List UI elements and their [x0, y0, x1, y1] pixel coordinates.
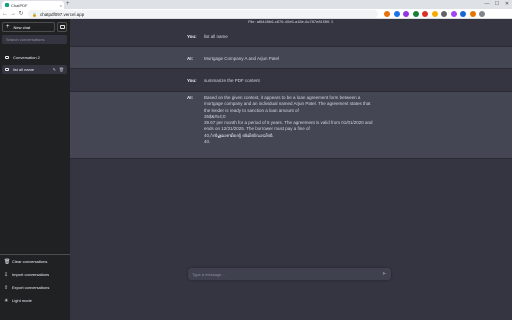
sun-icon: ☀ — [4, 297, 9, 304]
new-chat-button[interactable]: + New chat — [2, 22, 55, 32]
url-text: chatpdf097.vercel.app — [39, 11, 85, 17]
back-icon[interactable]: ← — [1, 9, 9, 19]
sidebar: + New chat Conversation 2 list all name … — [0, 19, 70, 320]
message-text: summarize the PDF content — [204, 78, 382, 84]
import-icon: ⇩ — [4, 271, 9, 278]
import-conversations-label: Import conversations — [12, 272, 50, 277]
message-role: You: — [187, 34, 197, 39]
message-text: Based on the given context, it appears t… — [204, 95, 394, 145]
sidebar-divider — [0, 254, 70, 255]
address-bar[interactable]: 🔒 chatpdf097.vercel.app — [28, 10, 378, 18]
message-input[interactable] — [192, 270, 372, 278]
chat-icon — [5, 56, 9, 59]
chat-main: File: af6445b6-c876-40e5-a18e-6c787e81f3… — [70, 19, 512, 320]
light-mode-label: Light mode — [12, 298, 32, 303]
extension-icon[interactable] — [393, 11, 400, 17]
extension-icon[interactable] — [384, 11, 390, 17]
message-role: You: — [187, 78, 197, 83]
reload-icon[interactable]: ↻ — [17, 9, 25, 19]
ai-message: AI: Mortgage Company A and Arjun Patel — [70, 47, 512, 69]
user-message: You: summarize the PDF content — [70, 69, 512, 92]
user-message: You: list all name — [70, 25, 512, 47]
message-role: AI: — [187, 95, 193, 100]
browser-toolbar: ← → ↻ 🔒 chatpdf097.vercel.app — [0, 9, 512, 19]
delete-icon[interactable]: 🗑 — [59, 67, 64, 72]
sidebar-icon — [60, 25, 65, 29]
lock-icon: 🔒 — [32, 11, 37, 17]
message-line: summarize the PDF content — [204, 78, 260, 83]
conversation-label: Conversation 2 — [13, 55, 40, 60]
message-line: 40. — [204, 139, 211, 145]
search-box — [2, 35, 67, 44]
send-icon[interactable]: ➤ — [380, 270, 388, 278]
message-text: Mortgage Company A and Arjun Patel — [204, 56, 382, 62]
message-role: AI: — [187, 56, 193, 61]
new-tab-button[interactable]: + — [66, 1, 70, 8]
extension-icon[interactable] — [403, 11, 409, 17]
import-conversations-button[interactable]: ⇩ Import conversations — [4, 270, 49, 279]
browser-tab[interactable]: ChatPDF × — [2, 1, 64, 9]
search-input[interactable] — [6, 37, 67, 42]
conversation-label: list all name — [13, 67, 35, 72]
message-line: list all name — [204, 34, 228, 39]
extension-icon[interactable] — [450, 11, 457, 17]
extension-icon[interactable] — [479, 11, 485, 17]
light-mode-button[interactable]: ☀ Light mode — [4, 296, 32, 305]
plus-icon: + — [6, 24, 10, 30]
toggle-sidebar-button[interactable] — [57, 22, 67, 32]
message-text: list all name — [204, 34, 382, 40]
close-window-button[interactable]: ✕ — [502, 0, 512, 9]
edit-icon[interactable]: ✎ — [53, 67, 56, 72]
extension-icon[interactable] — [441, 11, 447, 17]
clear-conversations-button[interactable]: 🗑 Clear conversations — [4, 257, 47, 266]
export-conversations-button[interactable]: ⇧ Export conversations — [4, 283, 49, 292]
tab-title: ChatPDF — [11, 2, 28, 8]
browser-tab-bar: ChatPDF × + — ☐ ✕ — [0, 0, 512, 9]
conversation-item-active[interactable]: list all name ✎ 🗑 — [2, 65, 67, 74]
extension-icon[interactable] — [460, 11, 466, 17]
minimize-button[interactable]: — — [482, 0, 492, 9]
message-input-box: ➤ — [188, 268, 391, 280]
clear-conversations-label: Clear conversations — [12, 259, 48, 264]
extension-icon[interactable] — [469, 11, 476, 17]
tab-close-icon[interactable]: × — [60, 3, 62, 8]
export-icon: ⇧ — [4, 284, 9, 291]
conversation-item[interactable]: Conversation 2 — [2, 53, 67, 62]
message-line: mortgage company and an individual named… — [204, 101, 371, 107]
extension-icon[interactable] — [412, 11, 419, 17]
message-line: Mortgage Company A and Arjun Patel — [204, 56, 280, 61]
extension-icon[interactable] — [422, 11, 428, 17]
ai-message: AI: Based on the given context, it appea… — [70, 92, 512, 159]
favicon-icon — [5, 3, 9, 7]
trash-icon: 🗑 — [4, 258, 11, 265]
export-conversations-label: Export conversations — [12, 285, 50, 290]
extension-icon[interactable] — [431, 11, 438, 17]
chat-icon — [5, 68, 9, 71]
maximize-button[interactable]: ☐ — [492, 0, 502, 9]
forward-icon[interactable]: → — [9, 9, 17, 19]
new-chat-label: New chat — [13, 24, 31, 30]
